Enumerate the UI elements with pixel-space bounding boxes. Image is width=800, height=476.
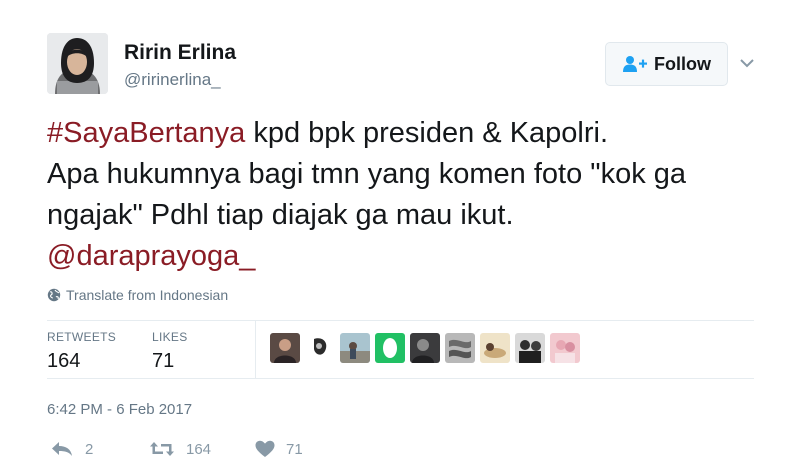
tweet-text-body: Apa hukumnya bagi tmn yang komen foto "k… bbox=[47, 158, 687, 231]
retweet-button[interactable]: 164 bbox=[149, 440, 211, 458]
avatar[interactable] bbox=[47, 33, 108, 94]
follow-button[interactable]: Follow bbox=[605, 42, 728, 86]
retweets-count: 164 bbox=[47, 350, 81, 372]
more-options-button[interactable] bbox=[736, 54, 758, 72]
user-name[interactable]: Ririn Erlina bbox=[124, 41, 236, 65]
translate-label: Translate from Indonesian bbox=[66, 287, 229, 303]
like-button[interactable]: 71 bbox=[255, 440, 303, 458]
like-count: 71 bbox=[286, 440, 303, 458]
reply-icon bbox=[52, 442, 72, 456]
divider-bottom bbox=[47, 378, 754, 379]
likes-stat[interactable]: LIKES 71 bbox=[152, 330, 188, 373]
chevron-down-icon bbox=[740, 59, 754, 68]
reply-count: 2 bbox=[85, 440, 94, 458]
reply-button[interactable]: 2 bbox=[50, 440, 93, 458]
liker-avatar[interactable] bbox=[340, 333, 370, 363]
add-user-icon bbox=[623, 56, 647, 72]
liker-avatar[interactable] bbox=[375, 333, 405, 363]
liker-avatars bbox=[270, 333, 580, 363]
stats-separator bbox=[255, 320, 256, 378]
user-handle[interactable]: @ririnerlina_ bbox=[124, 70, 221, 90]
follow-label: Follow bbox=[654, 53, 711, 74]
retweet-icon bbox=[150, 442, 174, 456]
divider-top bbox=[47, 320, 754, 321]
liker-avatar[interactable] bbox=[550, 333, 580, 363]
translate-link[interactable]: Translate from Indonesian bbox=[47, 287, 228, 303]
retweets-label: RETWEETS bbox=[47, 330, 117, 344]
liker-avatar[interactable] bbox=[270, 333, 300, 363]
liker-avatar[interactable] bbox=[445, 333, 475, 363]
likes-count: 71 bbox=[152, 350, 175, 372]
liker-avatar[interactable] bbox=[515, 333, 545, 363]
globe-icon bbox=[47, 288, 61, 302]
hashtag-link[interactable]: #SayaBertanya bbox=[47, 117, 245, 149]
avatar-image bbox=[47, 33, 108, 94]
heart-icon bbox=[255, 440, 275, 457]
likes-label: LIKES bbox=[152, 330, 188, 344]
retweet-count: 164 bbox=[186, 440, 212, 458]
liker-avatar[interactable] bbox=[410, 333, 440, 363]
liker-avatar[interactable] bbox=[305, 333, 335, 363]
mention-link[interactable]: @daraprayoga_ bbox=[47, 240, 255, 272]
retweets-stat[interactable]: RETWEETS 164 bbox=[47, 330, 116, 373]
tweet-text: #SayaBertanya kpd bpk presiden & Kapolri… bbox=[47, 113, 767, 277]
tweet-text-line1: kpd bpk presiden & Kapolri. bbox=[245, 117, 609, 149]
liker-avatar[interactable] bbox=[480, 333, 510, 363]
tweet-timestamp[interactable]: 6:42 PM - 6 Feb 2017 bbox=[47, 401, 192, 418]
